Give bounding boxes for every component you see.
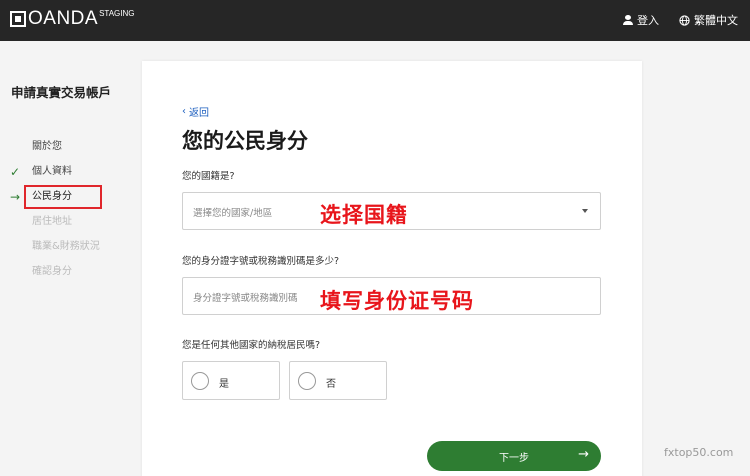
- radio-no[interactable]: 否: [289, 361, 387, 400]
- oanda-logo-mark-icon: [10, 11, 26, 27]
- oanda-logo[interactable]: OANDA STAGING: [10, 9, 135, 29]
- page-title: 您的公民身分: [182, 129, 308, 153]
- arrow-right-icon: →: [578, 447, 589, 462]
- next-button[interactable]: 下一步 →: [427, 441, 601, 471]
- back-label: 返回: [189, 108, 209, 119]
- login-label: 登入: [637, 14, 659, 27]
- arrow-right-icon: →: [10, 190, 21, 204]
- step-label: 關於您: [32, 141, 62, 152]
- user-icon: [623, 15, 633, 25]
- step-label: 確認身分: [32, 266, 72, 277]
- globe-icon: [679, 14, 690, 26]
- radio-no-label: 否: [326, 379, 336, 390]
- step-citizenship: → 公民身分: [10, 185, 102, 215]
- id-question: 您的身分證字號或稅務識別碼是多少?: [182, 256, 340, 267]
- progress-steps: 關於您 ✓ 個人資料 → 公民身分 居住地址 職業&財務狀況 確認身分: [10, 140, 102, 290]
- tax-resident-question: 您是任何其他國家的納稅居民嗎?: [182, 340, 321, 351]
- step-label: 職業&財務狀況: [32, 241, 100, 252]
- top-bar: OANDA STAGING 登入 繁體中文: [0, 0, 750, 41]
- radio-yes[interactable]: 是: [182, 361, 280, 400]
- nationality-question: 您的國籍是?: [182, 171, 235, 182]
- nationality-placeholder: 選擇您的國家/地區: [193, 208, 273, 219]
- id-placeholder: 身分證字號或稅務識別碼: [193, 293, 298, 304]
- sidebar-title: 申請真實交易帳戶: [11, 85, 112, 100]
- staging-badge: STAGING: [99, 9, 135, 18]
- radio-circle-icon: [298, 372, 316, 390]
- annotation-enter-id: 填写身份证号码: [320, 289, 474, 313]
- highlight-box: [24, 185, 102, 209]
- back-link[interactable]: ‹ 返回: [182, 104, 209, 119]
- logo-text: OANDA: [28, 8, 99, 29]
- annotation-select-nationality: 选择国籍: [320, 203, 408, 227]
- next-label: 下一步: [499, 453, 529, 464]
- step-residential-address: 居住地址: [10, 215, 100, 240]
- watermark: fxtop50.com: [664, 446, 734, 459]
- step-label: 居住地址: [32, 216, 72, 227]
- radio-yes-label: 是: [219, 379, 229, 390]
- radio-circle-icon: [191, 372, 209, 390]
- login-link[interactable]: 登入: [623, 12, 659, 28]
- step-label: 個人資料: [32, 166, 72, 177]
- step-employment-finance: 職業&財務狀況: [10, 240, 100, 265]
- step-about-you: 關於您: [10, 140, 100, 165]
- check-icon: ✓: [10, 165, 21, 179]
- language-selector[interactable]: 繁體中文: [679, 12, 738, 28]
- chevron-down-icon: [582, 209, 588, 213]
- chevron-left-icon: ‹: [182, 106, 186, 117]
- language-label: 繁體中文: [694, 14, 738, 27]
- form-card: ‹ 返回 您的公民身分 您的國籍是? 選擇您的國家/地區 选择国籍 您的身分證字…: [142, 61, 642, 476]
- step-verify-identity: 確認身分: [10, 265, 100, 290]
